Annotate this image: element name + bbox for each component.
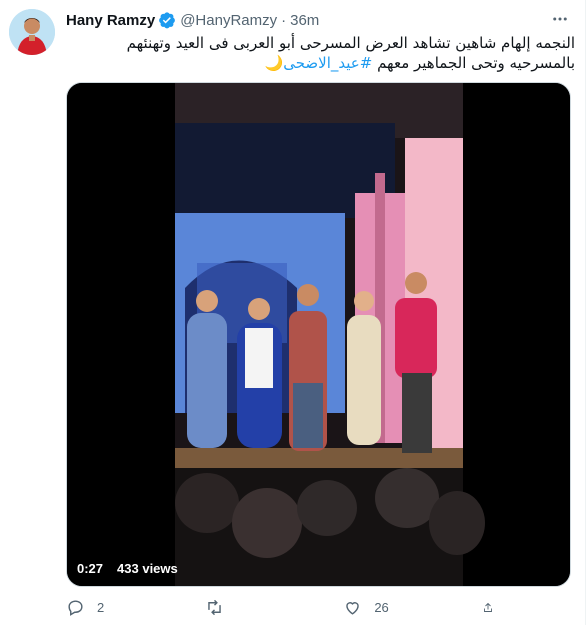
verified-badge-icon: [158, 11, 176, 29]
hashtag-link[interactable]: #عيد_الاضحى: [283, 54, 372, 72]
share-button[interactable]: [482, 598, 506, 617]
separator-dot: ·: [281, 11, 287, 29]
tweet-text: النجمه إلهام شاهين تشاهد العرض المسرحى أ…: [66, 33, 575, 73]
reply-count: 2: [97, 600, 105, 615]
author-handle[interactable]: @HanyRamzy: [180, 12, 277, 29]
retweet-icon: [207, 599, 221, 616]
moon-emoji: 🌙: [264, 54, 284, 72]
video-overlay: 0:27 433 views: [77, 561, 178, 576]
more-icon[interactable]: [549, 8, 571, 30]
video-frame: [67, 83, 570, 586]
like-icon: [346, 602, 360, 615]
tweet-header: Hany Ramzy @HanyRamzy · 36m: [66, 10, 319, 30]
video-player[interactable]: 0:27 433 views: [66, 82, 571, 587]
avatar[interactable]: [9, 9, 55, 55]
reply-icon: [68, 600, 83, 616]
tweet-card[interactable]: Hany Ramzy @HanyRamzy · 36m النجمه إلهام…: [0, 0, 586, 625]
tweet-actions: 2 26: [66, 598, 506, 617]
video-views: 433 views: [117, 561, 178, 576]
like-count: 26: [374, 600, 389, 615]
reply-button[interactable]: 2: [66, 598, 176, 617]
like-button[interactable]: 26: [343, 598, 453, 617]
tweet-time[interactable]: 36m: [290, 12, 319, 29]
author-name[interactable]: Hany Ramzy: [66, 12, 155, 29]
retweet-button[interactable]: [205, 598, 315, 617]
share-icon: [484, 602, 492, 612]
video-elapsed: 0:27: [77, 561, 104, 576]
